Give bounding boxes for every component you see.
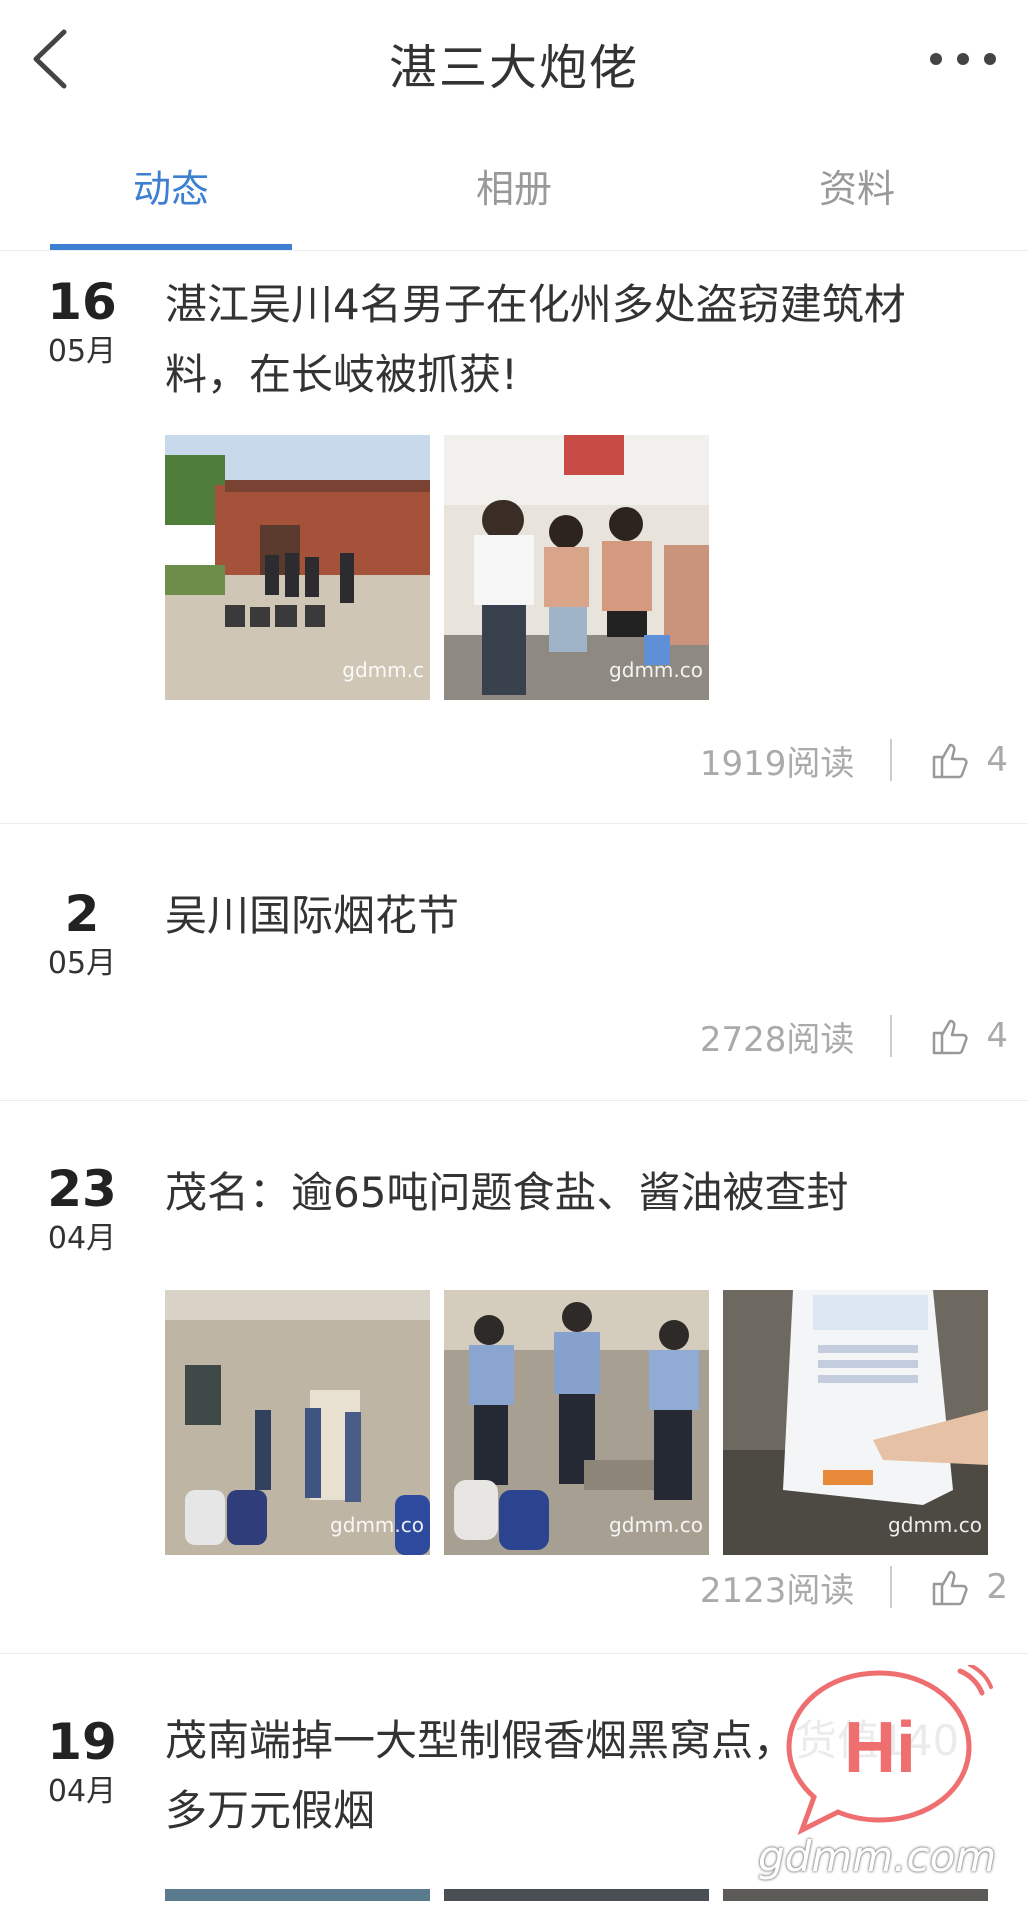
site-watermark: gdmm.com — [758, 1832, 997, 1881]
tab-bar: 动态 相册 资料 — [0, 124, 1028, 251]
like-count: 4 — [986, 740, 1008, 780]
like-button[interactable]: 4 — [930, 1016, 1008, 1056]
post-image[interactable]: gdmm.co — [723, 1290, 988, 1555]
meta-divider — [890, 1015, 893, 1057]
image-watermark: gdmm.co — [609, 658, 703, 682]
hi-chat-button[interactable]: Hi — [784, 1663, 994, 1836]
post-image[interactable]: gdmm.co — [444, 1290, 709, 1555]
post-date: 2 05月 — [30, 884, 134, 982]
post-month: 04月 — [47, 1774, 117, 1809]
post-month: 05月 — [47, 334, 117, 369]
post-image[interactable]: gdmm.c — [165, 435, 430, 700]
post-day: 16 — [47, 273, 117, 331]
post-meta: 1919阅读 4 — [700, 735, 1008, 785]
image-watermark: gdmm.co — [609, 1513, 703, 1537]
post-image[interactable] — [165, 1889, 430, 1901]
read-count: 2728阅读 — [699, 1019, 855, 1060]
image-watermark: gdmm.co — [330, 1513, 424, 1537]
post-feed: 16 05月 湛江吴川4名男子在化州多处盗窃建筑材料，在长岐被抓获! gdmm.… — [0, 250, 1028, 1901]
thumbs-up-icon — [933, 743, 968, 779]
read-count: 2123阅读 — [699, 1570, 855, 1611]
post-month: 04月 — [47, 1221, 117, 1256]
post-image[interactable] — [444, 1889, 709, 1901]
post-meta: 2728阅读 4 — [700, 1011, 1008, 1061]
more-options-icon[interactable] — [928, 40, 998, 74]
image-watermark: gdmm.co — [888, 1513, 982, 1537]
like-button[interactable]: 4 — [930, 740, 1008, 780]
post-item[interactable]: 23 04月 茂名：逾65吨问题食盐、酱油被查封 gdmm.co gdmm.co… — [0, 1101, 1028, 1654]
like-button[interactable]: 2 — [930, 1567, 1008, 1607]
image-watermark: gdmm.c — [342, 658, 424, 682]
tab-profile[interactable]: 资料 — [686, 124, 1028, 250]
top-bar: 湛三大炮佬 — [0, 0, 1028, 125]
page-title: 湛三大炮佬 — [388, 40, 639, 96]
hi-label: Hi — [844, 1708, 916, 1788]
post-date: 23 04月 — [30, 1159, 134, 1257]
post-title[interactable]: 吴川国际烟花节 — [165, 881, 975, 951]
post-item[interactable]: 16 05月 湛江吴川4名男子在化州多处盗窃建筑材料，在长岐被抓获! gdmm.… — [0, 250, 1028, 824]
post-meta: 2123阅读 2 — [700, 1562, 1008, 1612]
tab-dynamics[interactable]: 动态 — [0, 124, 342, 250]
post-image[interactable]: gdmm.co — [444, 435, 709, 700]
post-title[interactable]: 湛江吴川4名男子在化州多处盗窃建筑材料，在长岐被抓获! — [165, 270, 975, 410]
post-image[interactable]: gdmm.co — [165, 1290, 430, 1555]
like-count: 2 — [986, 1567, 1008, 1607]
post-day: 19 — [47, 1713, 117, 1771]
post-title[interactable]: 茂名：逾65吨问题食盐、酱油被查封 — [165, 1158, 975, 1228]
meta-divider — [890, 1566, 893, 1608]
post-month: 05月 — [47, 946, 117, 981]
post-day: 2 — [64, 885, 100, 943]
thumbs-up-icon — [933, 1019, 968, 1055]
like-count: 4 — [986, 1016, 1008, 1056]
post-date: 16 05月 — [30, 272, 134, 370]
tab-album[interactable]: 相册 — [343, 124, 685, 250]
post-day: 23 — [47, 1160, 117, 1218]
thumbs-up-icon — [933, 1570, 968, 1606]
post-date: 19 04月 — [30, 1712, 134, 1810]
post-image[interactable] — [723, 1889, 988, 1901]
meta-divider — [890, 739, 893, 781]
read-count: 1919阅读 — [699, 743, 855, 784]
post-item[interactable]: 2 05月 吴川国际烟花节 2728阅读 4 — [0, 824, 1028, 1101]
